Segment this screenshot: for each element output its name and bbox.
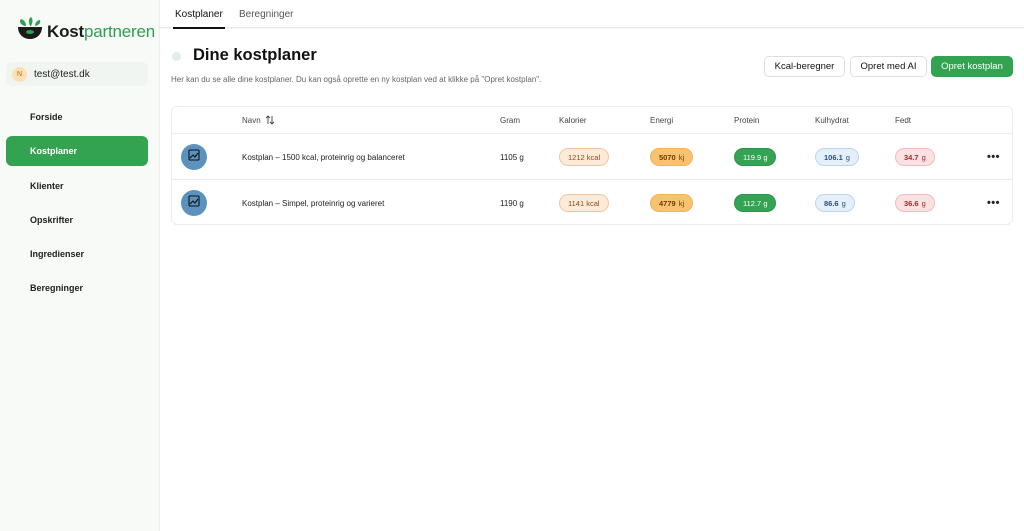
brand-name: Kostpartneren xyxy=(47,21,155,41)
header-protein: Protein xyxy=(734,116,760,125)
plan-gram: 1190 g xyxy=(500,198,524,208)
sidebar: Kostpartneren N test@test.dk Forside Kos… xyxy=(0,0,160,531)
sidebar-item-ingredienser[interactable]: Ingredienser xyxy=(6,239,148,269)
plan-name[interactable]: Kostplan – Simpel, proteinrig og variere… xyxy=(242,180,384,226)
sidebar-item-opskrifter[interactable]: Opskrifter xyxy=(6,205,148,235)
header-kulhydrat: Kulhydrat xyxy=(815,116,849,125)
protein-badge: 112.7 g xyxy=(734,194,777,212)
sidebar-item-klienter[interactable]: Klienter xyxy=(6,171,148,201)
kalorier-cell: 1141 kcal xyxy=(559,180,609,226)
sort-name-header[interactable]: Navn xyxy=(242,107,275,134)
fedt-cell: 36.6 g xyxy=(895,180,935,226)
user-email: test@test.dk xyxy=(34,68,90,80)
sort-arrows-icon xyxy=(265,114,275,127)
protein-cell: 112.7 g xyxy=(734,180,777,226)
user-menu[interactable]: N test@test.dk xyxy=(6,62,148,86)
kulhydrat-cell: 86.6 g xyxy=(815,180,855,226)
fedt-badge: 36.6 g xyxy=(895,194,935,212)
header-name: Navn xyxy=(242,116,261,125)
kcal-calculator-button[interactable]: Kcal-beregner xyxy=(764,56,845,77)
row-menu-button[interactable]: ••• xyxy=(987,180,1000,226)
table-row[interactable]: Kostplan – Simpel, proteinrig og variere… xyxy=(172,180,1012,226)
plans-table: Navn Gram Kalorier Energi Protein Kulhyd… xyxy=(171,106,1013,225)
tab-kostplaner[interactable]: Kostplaner xyxy=(173,0,225,29)
kalorier-badge: 1212 kcal xyxy=(559,148,610,166)
header-fedt: Fedt xyxy=(895,116,912,125)
brand-logo[interactable]: Kostpartneren xyxy=(17,17,155,46)
plan-thumbnail xyxy=(181,190,207,216)
fedt-cell: 34.7 g xyxy=(895,134,935,180)
energi-cell: 5070 kj xyxy=(650,134,694,180)
energi-cell: 4779 kj xyxy=(650,180,694,226)
page-title: Dine kostplaner xyxy=(193,46,317,64)
row-menu-button[interactable]: ••• xyxy=(987,134,1000,180)
avatar: N xyxy=(12,66,27,82)
energi-badge: 5070 kj xyxy=(650,148,694,166)
sidebar-nav: Forside Kostplaner Klienter Opskrifter I… xyxy=(6,102,148,308)
kulhydrat-badge: 86.6 g xyxy=(815,194,855,212)
kulhydrat-cell: 106.1 g xyxy=(815,134,859,180)
main-content: Dine kostplaner Her kan du se alle dine … xyxy=(160,29,1024,531)
protein-cell: 119.9 g xyxy=(734,134,777,180)
fedt-badge: 34.7 g xyxy=(895,148,935,166)
create-with-ai-button[interactable]: Opret med AI xyxy=(850,56,927,77)
header-energi: Energi xyxy=(650,116,674,125)
top-tabs: Kostplaner Beregninger xyxy=(160,0,1024,29)
sidebar-item-forside[interactable]: Forside xyxy=(6,102,148,132)
kulhydrat-badge: 106.1 g xyxy=(815,148,859,166)
protein-badge: 119.9 g xyxy=(734,148,777,166)
energi-badge: 4779 kj xyxy=(650,194,694,212)
leaf-bowl-icon xyxy=(17,17,43,46)
table-row[interactable]: Kostplan – 1500 kcal, proteinrig og bala… xyxy=(172,134,1012,180)
plan-name[interactable]: Kostplan – 1500 kcal, proteinrig og bala… xyxy=(242,134,405,180)
table-header: Navn Gram Kalorier Energi Protein Kulhyd… xyxy=(172,107,1012,134)
status-dot xyxy=(172,52,181,61)
create-plan-button[interactable]: Opret kostplan xyxy=(931,56,1013,77)
plan-gram: 1105 g xyxy=(500,152,524,162)
sidebar-item-kostplaner[interactable]: Kostplaner xyxy=(6,136,148,167)
kalorier-cell: 1212 kcal xyxy=(559,134,610,180)
more-horizontal-icon: ••• xyxy=(986,197,1000,209)
kalorier-badge: 1141 kcal xyxy=(559,194,609,212)
sidebar-item-beregninger[interactable]: Beregninger xyxy=(6,273,148,303)
plan-thumbnail xyxy=(181,144,207,170)
header-gram: Gram xyxy=(500,116,520,125)
image-placeholder-icon xyxy=(188,148,200,166)
page-subtitle: Her kan du se alle dine kostplaner. Du k… xyxy=(171,75,542,84)
tab-beregninger[interactable]: Beregninger xyxy=(239,0,293,28)
image-placeholder-icon xyxy=(188,194,200,212)
more-horizontal-icon: ••• xyxy=(986,151,1000,163)
header-kalorier: Kalorier xyxy=(559,116,587,125)
